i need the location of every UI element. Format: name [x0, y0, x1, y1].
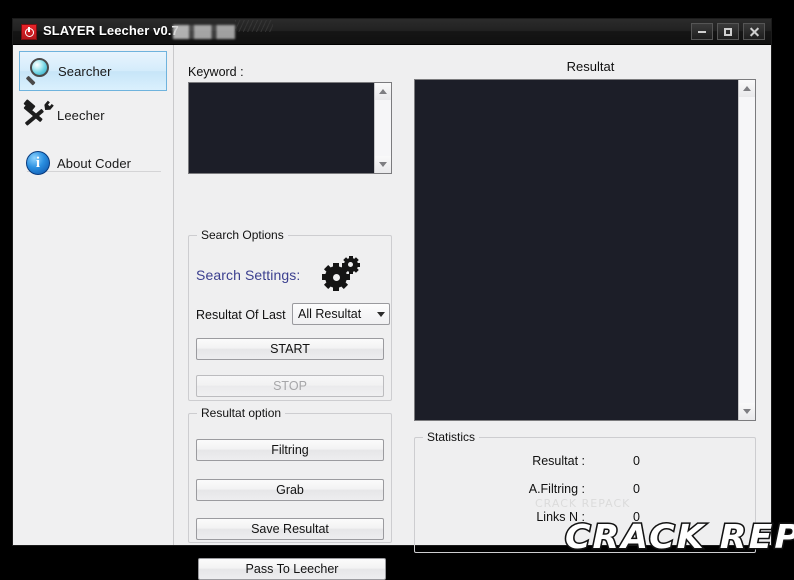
stop-button: STOP: [196, 375, 384, 397]
stat-label: A.Filtring :: [528, 482, 585, 496]
result-of-last-value: All Resultat: [298, 307, 362, 321]
result-options-title: Resultat option: [197, 406, 286, 420]
chevron-down-icon: [743, 409, 751, 414]
result-scrollbar[interactable]: [738, 80, 755, 420]
chevron-up-icon: [743, 86, 751, 91]
tools-icon: [19, 99, 57, 128]
stat-label: Resultat :: [532, 454, 585, 468]
scroll-up-arrow[interactable]: [375, 83, 391, 100]
maximize-icon: [724, 27, 732, 36]
sidebar: Searcher Leecher i About Coder: [13, 45, 174, 545]
keyword-input[interactable]: [188, 82, 392, 174]
keyword-label: Keyword :: [188, 65, 244, 79]
chevron-down-icon[interactable]: [372, 311, 389, 317]
keyword-scrollbar[interactable]: [374, 83, 391, 173]
app-icon: [21, 24, 37, 40]
right-column: Resultat Statistics Resultat : 0 A.Filtr…: [410, 45, 794, 558]
result-of-last-label: Resultat Of Last: [196, 308, 286, 322]
maximize-button[interactable]: [717, 23, 739, 40]
chevron-up-icon: [379, 89, 387, 94]
scroll-track[interactable]: [375, 100, 391, 156]
result-of-last-select[interactable]: All Resultat: [292, 303, 390, 325]
pass-to-leecher-button[interactable]: Pass To Leecher: [198, 558, 386, 580]
sidebar-item-about-coder[interactable]: About Coder: [19, 143, 167, 183]
scroll-down-arrow[interactable]: [739, 403, 755, 420]
save-resultat-button[interactable]: Save Resultat: [196, 518, 384, 540]
window-title: SLAYER Leecher v0.7: [43, 23, 179, 38]
title-blurred-region: [173, 25, 235, 39]
title-hatch-pattern: [235, 20, 273, 32]
watermark-ghost: CRACK REPACK: [535, 497, 631, 510]
magnifier-icon: [20, 57, 58, 86]
grab-button[interactable]: Grab: [196, 479, 384, 501]
screen: SLAYER Leecher v0.7 Searcher Leecher i A…: [0, 0, 794, 580]
chevron-down-icon: [379, 162, 387, 167]
keyword-text[interactable]: [189, 83, 374, 173]
info-icon: [19, 151, 57, 175]
sidebar-item-leecher[interactable]: Leecher: [19, 95, 167, 135]
application-window: SLAYER Leecher v0.7 Searcher Leecher i A…: [12, 18, 794, 580]
window-controls: [691, 23, 765, 40]
close-button[interactable]: [743, 23, 765, 40]
stat-label: Links N :: [536, 510, 585, 524]
gears-icon[interactable]: [322, 255, 360, 291]
statistics-title: Statistics: [423, 430, 480, 444]
start-button[interactable]: START: [196, 338, 384, 360]
scroll-down-arrow[interactable]: [375, 156, 391, 173]
close-icon: [749, 27, 759, 37]
power-icon: [24, 26, 34, 37]
result-text[interactable]: [415, 80, 738, 420]
stat-value: 0: [633, 454, 640, 468]
sidebar-item-searcher[interactable]: Searcher: [19, 51, 167, 91]
search-settings-link[interactable]: Search Settings:: [196, 267, 300, 283]
minimize-icon: [698, 30, 706, 33]
watermark: CRACK REPACK: [563, 516, 794, 558]
filtring-button[interactable]: Filtring: [196, 439, 384, 461]
search-options-title: Search Options: [197, 228, 288, 242]
sidebar-item-label: Searcher: [58, 63, 112, 79]
minimize-button[interactable]: [691, 23, 713, 40]
result-panel-title: Resultat: [566, 59, 615, 74]
result-output[interactable]: [414, 79, 756, 421]
scroll-track[interactable]: [739, 97, 755, 403]
sidebar-item-label: About Coder: [57, 155, 132, 171]
scroll-up-arrow[interactable]: [739, 80, 755, 97]
stat-value: 0: [633, 482, 640, 496]
sidebar-item-label: Leecher: [57, 107, 105, 123]
middle-column: Keyword : Search Options Search Settings…: [174, 45, 410, 580]
client-area: Searcher Leecher i About Coder Keyword:…: [13, 45, 794, 580]
title-bar[interactable]: SLAYER Leecher v0.7: [13, 19, 771, 45]
